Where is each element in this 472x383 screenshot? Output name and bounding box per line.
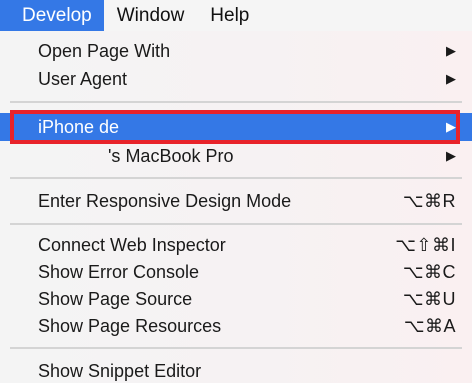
menu-divider — [10, 101, 462, 103]
menu-divider — [10, 223, 462, 225]
keyboard-shortcut: ⌥⌘C — [402, 262, 456, 282]
menubar-window[interactable]: Window — [104, 0, 198, 32]
menu-item-connect-web-inspector[interactable]: Connect Web Inspector ⌥⇧⌘I — [0, 231, 472, 259]
menu-item-show-page-source[interactable]: Show Page Source ⌥⌘U — [0, 285, 472, 313]
menu-item-iphone[interactable]: iPhone de ▶ — [0, 113, 472, 141]
menu-item-show-error-console[interactable]: Show Error Console ⌥⌘C — [0, 258, 472, 286]
keyboard-shortcut: ⌥⇧⌘I — [395, 235, 456, 255]
submenu-arrow-icon: ▶ — [446, 71, 456, 86]
menubar-develop[interactable]: Develop — [0, 0, 104, 32]
menu-divider — [10, 177, 462, 179]
submenu-arrow-icon: ▶ — [446, 148, 456, 163]
menu-item-label: Show Page Source — [38, 289, 193, 309]
menu-item-label: iPhone de — [38, 117, 120, 137]
screen: Develop Window Help Open Page With ▶ Use… — [0, 0, 472, 383]
keyboard-shortcut: ⌥⌘U — [402, 289, 456, 309]
menu-item-label: 's MacBook Pro — [108, 146, 234, 166]
menu-item-label: Enter Responsive Design Mode — [38, 191, 292, 211]
menu-item-label: Show Page Resources — [38, 316, 222, 336]
keyboard-shortcut: ⌥⌘A — [403, 316, 456, 336]
menu-divider — [10, 347, 462, 349]
menu-item-label: Open Page With — [38, 41, 171, 61]
menu-item-user-agent[interactable]: User Agent ▶ — [0, 65, 472, 93]
menu-item-label: Connect Web Inspector — [38, 235, 226, 255]
menu-item-open-page-with[interactable]: Open Page With ▶ — [0, 37, 472, 65]
menu-item-responsive-design-mode[interactable]: Enter Responsive Design Mode ⌥⌘R — [0, 187, 472, 215]
menubar-help[interactable]: Help — [197, 0, 262, 32]
menu-item-show-snippet-editor[interactable]: Show Snippet Editor — [0, 357, 472, 383]
submenu-arrow-icon: ▶ — [446, 119, 456, 134]
menu-item-macbook-pro[interactable]: 's MacBook Pro ▶ — [0, 142, 472, 170]
menu-item-label: User Agent — [38, 69, 128, 89]
submenu-arrow-icon: ▶ — [446, 43, 456, 58]
keyboard-shortcut: ⌥⌘R — [402, 191, 456, 211]
menu-item-label: Show Snippet Editor — [38, 361, 202, 381]
menu-item-label: Show Error Console — [38, 262, 200, 282]
develop-menu: Open Page With ▶ User Agent ▶ iPhone de … — [0, 31, 472, 383]
menu-item-show-page-resources[interactable]: Show Page Resources ⌥⌘A — [0, 312, 472, 340]
